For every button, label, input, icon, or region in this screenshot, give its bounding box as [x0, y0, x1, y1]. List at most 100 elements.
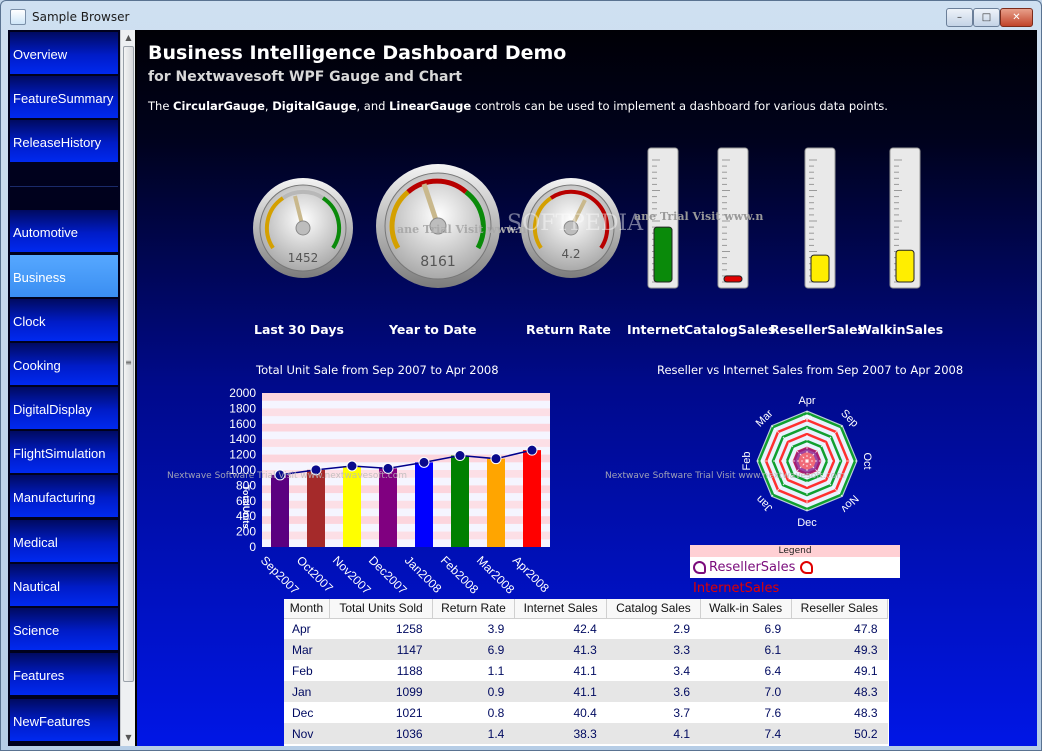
trial-watermark: ane Trial Visit www.n	[634, 210, 763, 223]
scroll-down-arrow-icon[interactable]: ▼	[121, 730, 136, 746]
table-cell: 2.9	[673, 621, 691, 636]
desc-term: LinearGauge	[389, 99, 472, 113]
table-cell: 1.4	[432, 723, 515, 744]
column-header[interactable]: Month	[284, 599, 330, 619]
table-row[interactable]: Mar 1147 6.9 41.3 3.3 6.1 49.3	[284, 639, 888, 660]
dashboard-panel: Business Intelligence Dashboard Demo for…	[137, 30, 1037, 746]
table-row[interactable]: Feb 1188 1.1 41.1 3.4 6.4 49.1	[284, 660, 888, 681]
sidebar-item-nautical[interactable]: Nautical	[10, 564, 118, 606]
plot-area	[262, 393, 550, 547]
gauge-value: 4.2	[561, 247, 580, 261]
bar	[451, 455, 469, 547]
table-cell: 3.9	[487, 621, 505, 636]
close-button[interactable]: ✕	[1000, 8, 1033, 27]
column-header[interactable]: Catalog Sales	[606, 599, 701, 619]
table-row[interactable]: Dec 1021 0.8 40.4 3.7 7.6 48.3	[284, 702, 888, 723]
sidebar-item-automotive[interactable]: Automotive	[10, 210, 118, 252]
bar	[271, 474, 289, 547]
legend-title: Legend	[690, 545, 900, 557]
grid-band	[262, 393, 550, 401]
column-header[interactable]: Return Rate	[432, 599, 515, 619]
sidebar-item-business[interactable]: Business	[10, 255, 118, 297]
table-cell: 48.3	[791, 681, 888, 702]
gauge-label-walkin-sales: WalkinSales	[858, 322, 944, 337]
sidebar-scrollbar[interactable]: ▲ ≡ ▼	[120, 30, 135, 746]
desc-text: The	[148, 99, 174, 113]
sidebar-item-cooking[interactable]: Cooking	[10, 343, 118, 385]
table-cell: 1036	[329, 723, 433, 744]
x-tick-label: Nov2007	[330, 553, 374, 597]
y-tick-label: 1400	[229, 432, 256, 446]
sidebar-item-science[interactable]: Science	[10, 608, 118, 650]
column-header[interactable]: Internet Sales	[514, 599, 608, 619]
radar-axis-label: Apr	[798, 395, 815, 407]
sidebar-item-releasehistory[interactable]: ReleaseHistory	[10, 120, 118, 162]
bar	[523, 450, 541, 547]
data-point	[490, 453, 502, 465]
table-cell: Apr	[292, 621, 311, 636]
bar-chart: 0200400600800100012001400160018002000Tot…	[229, 386, 552, 597]
internet-swatch-icon	[799, 561, 813, 574]
sidebar-item-overview[interactable]: Overview	[10, 32, 118, 74]
title-bar[interactable]: Sample Browser – □ ✕	[1, 1, 1041, 31]
radar-scale-label: 100	[802, 416, 813, 422]
table-cell: 3.3	[606, 639, 701, 660]
table-cell: 1099	[329, 681, 433, 702]
table-cell: 41.3	[514, 639, 607, 660]
linear-gauge	[804, 147, 836, 289]
legend-items: ResellerSales InternetSales	[690, 557, 900, 596]
table-cell: 1.1	[487, 663, 505, 678]
column-header[interactable]: Reseller Sales	[791, 599, 889, 619]
sidebar-item-digitaldisplay[interactable]: DigitalDisplay	[10, 387, 118, 429]
sidebar-item-flightsimulation[interactable]: FlightSimulation	[10, 431, 118, 473]
gauge-label-reseller-sales: ResellerSales	[770, 322, 865, 337]
linear-gauges: ane Trial Visit www.n	[634, 147, 921, 289]
sidebar-item-clock[interactable]: Clock	[10, 299, 118, 341]
table-cell: 6.1	[700, 639, 792, 660]
page-subtitle: for Nextwavesoft WPF Gauge and Chart	[148, 69, 463, 85]
gauge-label-last-30-days: Last 30 Days	[254, 322, 344, 337]
gauge-value: 1452	[288, 251, 319, 265]
chart-legend: Legend ResellerSales InternetSales	[690, 545, 900, 596]
legend-internet: InternetSales	[693, 581, 780, 596]
sidebar-item-newfeatures[interactable]: NewFeatures	[10, 699, 118, 741]
table-cell: 42.4	[573, 621, 597, 636]
grid-band	[262, 439, 550, 447]
linear-gauge	[889, 147, 921, 289]
y-tick-label: 1200	[229, 448, 256, 462]
y-tick-label: 2000	[229, 386, 256, 400]
grid-band	[262, 531, 550, 540]
x-tick-label: Oct2007	[294, 553, 336, 595]
column-header[interactable]: Walk-in Sales	[700, 599, 792, 619]
table-cell: 6.9	[764, 621, 782, 636]
sidebar-item-features[interactable]: Features	[10, 653, 118, 695]
table-row[interactable]: Apr 1258 3.9 42.4 2.9 6.9 47.8	[284, 618, 888, 639]
app-window: Sample Browser – □ ✕ Overview FeatureSum…	[0, 0, 1042, 751]
table-cell: 7.6	[764, 705, 782, 720]
maximize-button[interactable]: □	[973, 8, 1000, 27]
table-cell: 47.8	[854, 621, 878, 636]
bar	[307, 469, 325, 547]
table-row[interactable]: Jan 1099 0.9 41.1 3.6 7.0 48.3	[284, 681, 888, 702]
sales-data-grid[interactable]: Month Total Units Sold Return Rate Inter…	[284, 599, 889, 746]
table-cell: 6.4	[764, 663, 782, 678]
sidebar-item-featuresummary[interactable]: FeatureSummary	[10, 76, 118, 118]
table-cell: 1147	[329, 639, 433, 660]
desc-term: CircularGauge	[173, 99, 265, 113]
minimize-button[interactable]: –	[946, 8, 973, 27]
table-cell: 4.1	[606, 723, 701, 744]
table-cell: 41.1	[514, 681, 607, 702]
scrollbar-thumb[interactable]: ≡	[123, 46, 134, 682]
table-cell: 1188	[396, 663, 423, 678]
data-point	[454, 450, 466, 462]
table-cell: 1258	[395, 621, 423, 636]
table-cell: 41.1	[573, 663, 597, 678]
grid-band	[262, 408, 550, 417]
column-header[interactable]: Total Units Sold	[329, 599, 434, 619]
table-cell: 48.3	[854, 705, 878, 720]
sidebar-item-manufacturing[interactable]: Manufacturing	[10, 475, 118, 517]
y-axis-label: TotalUnits	[241, 485, 251, 528]
table-row[interactable]: Nov 1036 1.4 38.3 4.1 7.4 50.2	[284, 723, 888, 744]
scroll-up-arrow-icon[interactable]: ▲	[121, 30, 136, 46]
sidebar-item-medical[interactable]: Medical	[10, 520, 118, 562]
